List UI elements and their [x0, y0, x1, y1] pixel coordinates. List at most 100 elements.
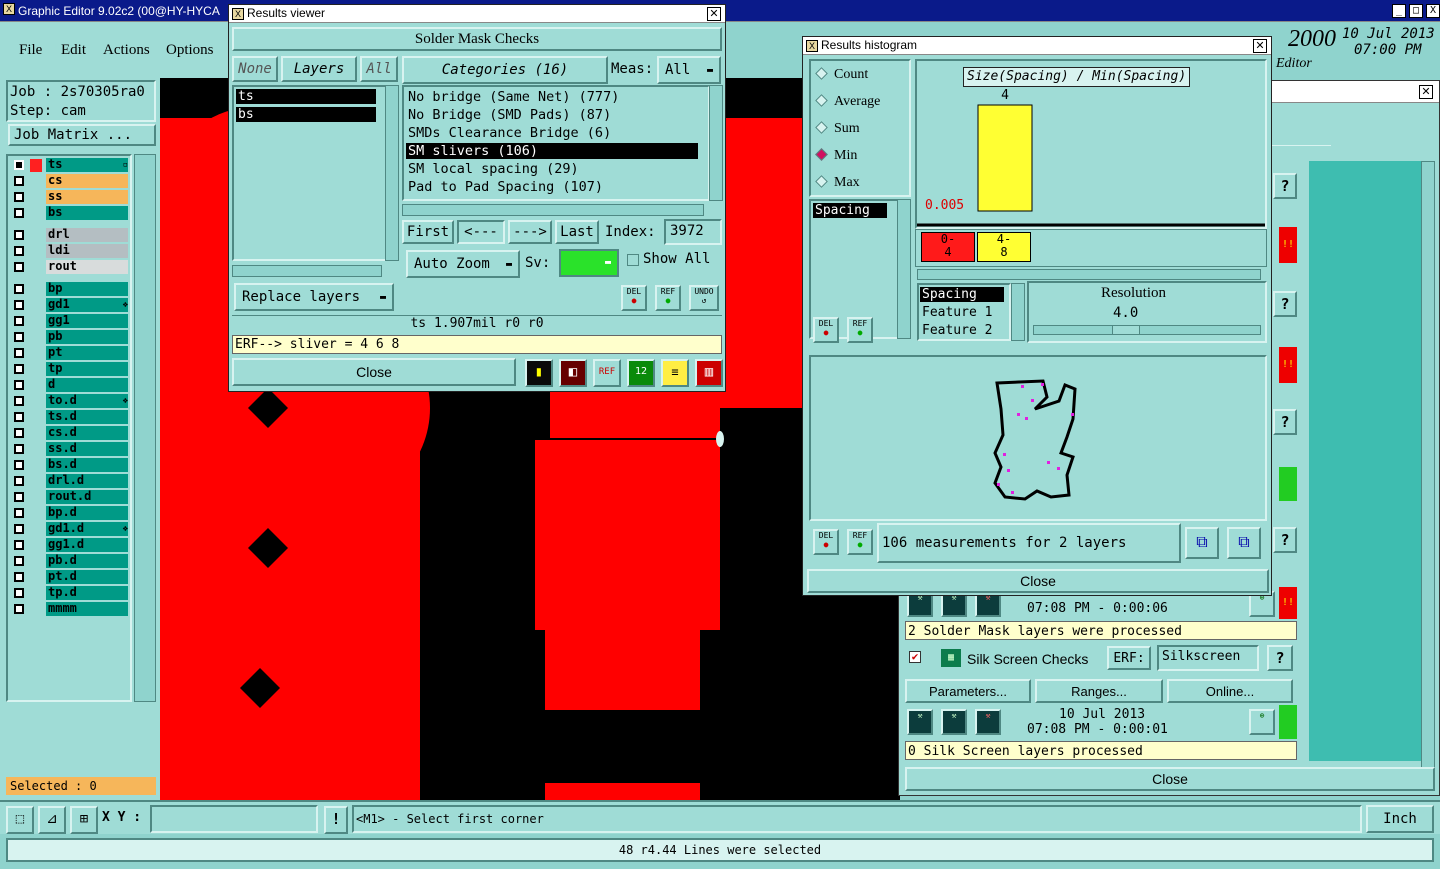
- layer-row-gd1[interactable]: gd1 ❖: [10, 298, 130, 313]
- silk-check-toggle[interactable]: ✔: [909, 651, 921, 663]
- category-scroll[interactable]: [709, 85, 723, 201]
- next-button[interactable]: --->: [508, 220, 552, 244]
- hist-item-spacing[interactable]: Spacing: [813, 203, 887, 218]
- layer-row-rout-d[interactable]: rout.d: [10, 490, 130, 505]
- menu-options[interactable]: Options: [166, 42, 214, 59]
- hist-close-button[interactable]: Close: [807, 569, 1269, 593]
- layer-row-gg1[interactable]: gg1: [10, 314, 130, 329]
- checklist-close-x[interactable]: ✕: [1419, 85, 1433, 99]
- category-hscroll[interactable]: [402, 204, 704, 216]
- menu-file[interactable]: File: [19, 42, 42, 59]
- index-field[interactable]: 3972: [664, 219, 722, 245]
- number-icon[interactable]: 12: [627, 359, 655, 387]
- rv-layer-ts[interactable]: ts: [236, 89, 376, 104]
- layer-checkbox[interactable]: [14, 300, 24, 310]
- layer-row-gd1-d[interactable]: gd1.d ❖: [10, 522, 130, 537]
- layer-checkbox[interactable]: [14, 476, 24, 486]
- run-icon-4[interactable]: ⚒: [907, 709, 933, 735]
- prev-button[interactable]: <---: [457, 220, 505, 244]
- layer-checkbox[interactable]: [14, 332, 24, 342]
- layer-checkbox[interactable]: [14, 160, 24, 170]
- layer-row-bp-d[interactable]: bp.d: [10, 506, 130, 521]
- categories-button[interactable]: Categories (16): [402, 56, 608, 84]
- run-icon-6[interactable]: ⚒: [975, 709, 1001, 735]
- tab-layers[interactable]: Layers: [281, 56, 357, 82]
- layer-checkbox[interactable]: [14, 246, 24, 256]
- layer-row-ts[interactable]: ts ▫: [10, 158, 130, 173]
- menu-actions[interactable]: Actions: [103, 42, 150, 59]
- layer-row-ss-d[interactable]: ss.d: [10, 442, 130, 457]
- ranges-button[interactable]: Ranges...: [1035, 679, 1163, 703]
- hist-bin-0[interactable]: 0- 4: [921, 232, 975, 262]
- checklist-close-button[interactable]: Close: [905, 767, 1435, 791]
- rv-layer-scroll[interactable]: [385, 85, 399, 261]
- layer-checkbox[interactable]: [14, 444, 24, 454]
- snap-tool-icon-2[interactable]: ⊿: [38, 806, 66, 834]
- layer-row-tp-d[interactable]: tp.d: [10, 586, 130, 601]
- layer-checkbox[interactable]: [14, 208, 24, 218]
- layer-row-bs[interactable]: bs: [10, 206, 130, 221]
- hist-ref-button[interactable]: REF ●: [847, 317, 873, 343]
- layer-checkbox[interactable]: [14, 572, 24, 582]
- hist-bin-1[interactable]: 4- 8: [977, 232, 1031, 262]
- undo-button[interactable]: UNDO ↺: [689, 285, 719, 311]
- help-button-4[interactable]: ?: [1273, 527, 1297, 553]
- layer-checkbox[interactable]: [14, 508, 24, 518]
- layer-checkbox[interactable]: [14, 284, 24, 294]
- rv-close-x[interactable]: ✕: [707, 7, 721, 21]
- resolution-slider[interactable]: [1033, 325, 1261, 335]
- rv-layer-bs[interactable]: bs: [236, 107, 376, 122]
- tab-all[interactable]: All: [360, 56, 398, 82]
- layer-row-gg1-d[interactable]: gg1.d: [10, 538, 130, 553]
- mode-radio-count[interactable]: Count: [815, 67, 868, 85]
- layer-stack-icon[interactable]: ▮: [525, 359, 553, 387]
- grid-tool-icon[interactable]: ⊞: [70, 806, 98, 834]
- menu-edit[interactable]: Edit: [61, 42, 86, 59]
- feature-2[interactable]: Feature 2: [920, 323, 992, 338]
- layer-row-pb-d[interactable]: pb.d: [10, 554, 130, 569]
- hist-bar-1[interactable]: [977, 104, 1033, 212]
- run-icon-5[interactable]: ⚒: [941, 709, 967, 735]
- layer-row-bp[interactable]: bp: [10, 282, 130, 297]
- zoom-icon-2[interactable]: ⊕: [1249, 709, 1275, 735]
- last-button[interactable]: Last: [555, 220, 599, 244]
- layer-checkbox[interactable]: [14, 262, 24, 272]
- layer-checkbox[interactable]: [14, 604, 24, 614]
- layer-checkbox[interactable]: [14, 460, 24, 470]
- layer-row-cs-d[interactable]: cs.d: [10, 426, 130, 441]
- layer-row-mmmm[interactable]: mmmm: [10, 602, 130, 617]
- layer-checkbox[interactable]: [14, 492, 24, 502]
- layer-color-swatch[interactable]: [30, 159, 42, 172]
- layer-checkbox[interactable]: [14, 540, 24, 550]
- erf-button[interactable]: ERF:: [1107, 646, 1151, 670]
- layer-row-ss[interactable]: ss: [10, 190, 130, 205]
- layer-checkbox[interactable]: [14, 176, 24, 186]
- layer-checkbox[interactable]: [14, 380, 24, 390]
- xy-input[interactable]: [150, 805, 318, 833]
- mode-radio-average[interactable]: Average: [815, 94, 880, 112]
- job-matrix-button[interactable]: Job Matrix ...: [8, 124, 156, 146]
- layer-checkbox[interactable]: [14, 364, 24, 374]
- layer-checkbox[interactable]: [14, 192, 24, 202]
- first-button[interactable]: First: [402, 220, 454, 244]
- mode-radio-max[interactable]: Max: [815, 175, 860, 193]
- layer-checkbox[interactable]: [14, 230, 24, 240]
- sv-color-dropdown[interactable]: ▬: [559, 249, 619, 277]
- resolution-slider-thumb[interactable]: [1112, 325, 1140, 335]
- layer-row-ts-d[interactable]: ts.d: [10, 410, 130, 425]
- layer-row-rout[interactable]: rout: [10, 260, 130, 275]
- histogram-icon[interactable]: ▥: [695, 359, 723, 387]
- help-button-3[interactable]: ?: [1273, 409, 1297, 435]
- layer-row-cs[interactable]: cs: [10, 174, 130, 189]
- feature-1[interactable]: Feature 1: [920, 305, 992, 320]
- hist-ref-button-2[interactable]: REF ●: [847, 529, 873, 555]
- help-button-1[interactable]: ?: [1273, 173, 1297, 199]
- category-item[interactable]: SM slivers (106): [406, 143, 698, 159]
- layer-checkbox[interactable]: [14, 556, 24, 566]
- rv-close-button[interactable]: Close: [232, 358, 516, 386]
- layer-checkbox[interactable]: [14, 524, 24, 534]
- parameters-button[interactable]: Parameters...: [905, 679, 1031, 703]
- mode-radio-min[interactable]: Min: [815, 148, 857, 166]
- layer-checkbox[interactable]: [14, 348, 24, 358]
- del-button[interactable]: DEL ●: [621, 285, 647, 311]
